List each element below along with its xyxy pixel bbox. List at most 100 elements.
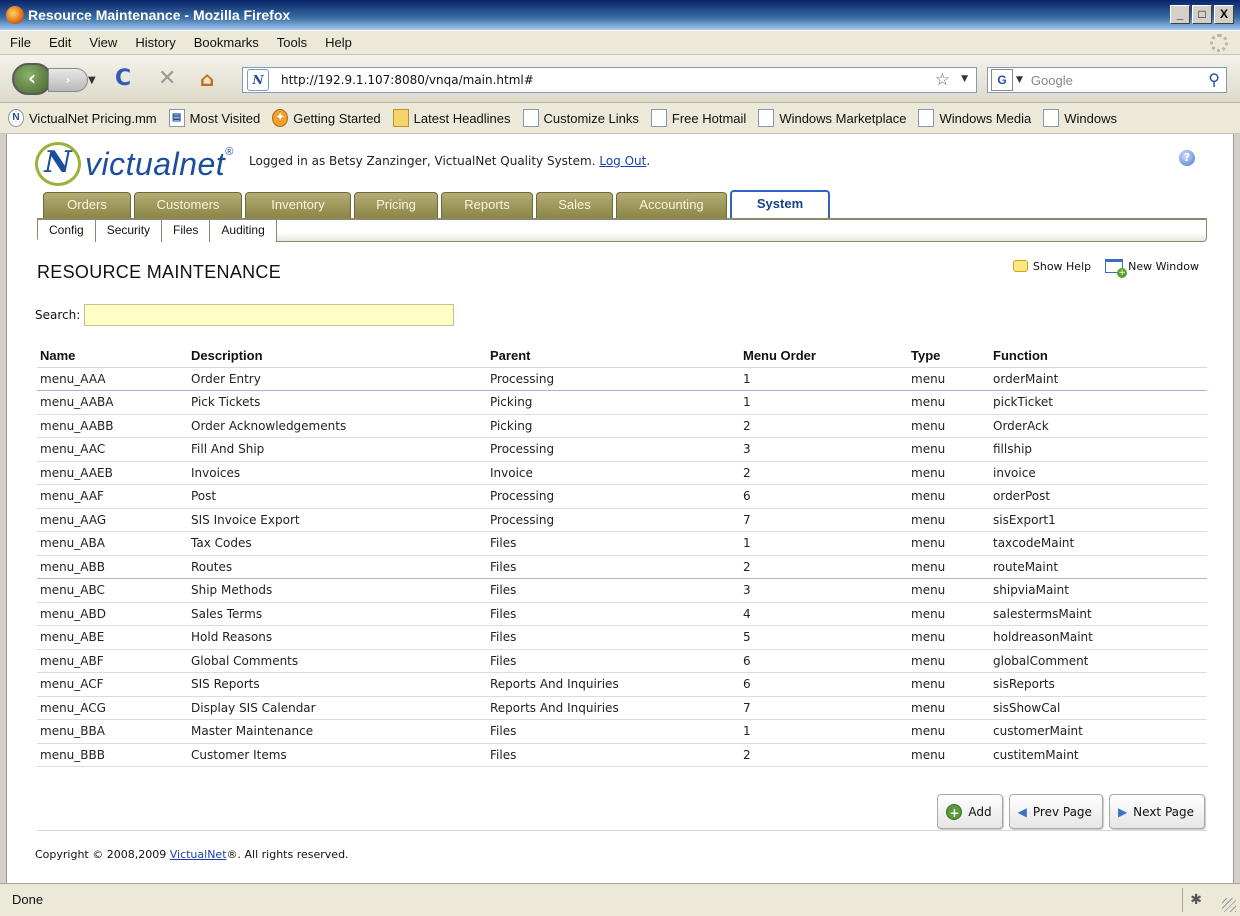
table-row[interactable]: menu_ACG Display SIS Calendar Reports And … (37, 696, 1207, 720)
bookmarks-toolbar: N VictualNet Pricing.mm ▤ Most Visited ✦ Ge… (0, 103, 1240, 134)
table-row[interactable]: menu_ABE Hold Reasons Files 5 menu holdreason… (37, 625, 1207, 650)
menu-help[interactable]: Help (325, 35, 352, 50)
table-row[interactable]: menu_AABB Order Acknowledgements Picking 2 m… (37, 414, 1207, 438)
url-dropdown-icon[interactable]: ▼ (961, 74, 968, 84)
tab-system[interactable]: System (730, 190, 830, 218)
logout-link[interactable]: Log Out (599, 154, 646, 168)
reload-icon[interactable]: C (115, 68, 131, 90)
next-page-button[interactable]: ▶ Next Page (1108, 794, 1205, 829)
table-row[interactable]: menu_AAG SIS Invoice Export Processing 7 men… (37, 508, 1207, 532)
cell-parent: Processing (487, 437, 740, 462)
back-button[interactable]: ‹ (12, 63, 52, 95)
cell-menu-order: 2 (740, 743, 908, 767)
cell-description: Master Maintenance (188, 719, 487, 744)
magnifier-icon[interactable]: ⚲ (1208, 70, 1220, 89)
status-text: Done (12, 892, 44, 907)
arrow-left-icon: ◀ (1017, 804, 1027, 819)
prev-page-button[interactable]: ◀ Prev Page (1008, 794, 1103, 829)
page-title: RESOURCE MAINTENANCE (37, 262, 282, 282)
table-row[interactable]: menu_BBB Customer Items Files 2 menu custitem… (37, 743, 1207, 767)
bookmark-most-visited[interactable]: ▤ Most Visited (168, 109, 260, 127)
cell-type: menu (908, 484, 990, 509)
cell-menu-order: 7 (740, 508, 908, 532)
bookmark-customize-links[interactable]: Customize Links (522, 109, 639, 127)
add-button[interactable]: + Add (937, 794, 1003, 829)
copyright-prefix: Copyright © 2008,2009 (35, 848, 170, 861)
bookmark-windows-marketplace[interactable]: Windows Marketplace (758, 109, 906, 127)
column-header-name[interactable]: Name (37, 344, 188, 368)
search-placeholder[interactable]: Google (1031, 73, 1073, 88)
cell-function: sisReports (990, 672, 1207, 697)
menu-file[interactable]: File (10, 35, 31, 50)
maximize-button[interactable]: □ (1192, 5, 1212, 24)
resize-grip[interactable] (1222, 898, 1236, 912)
victualnet-link[interactable]: VictualNet (170, 848, 227, 861)
stop-icon[interactable]: ✕ (158, 68, 176, 90)
url-text[interactable]: http://192.9.1.107:8080/vnqa/main.html# (281, 73, 534, 87)
bookmark-windows[interactable]: Windows (1043, 109, 1117, 127)
table-row[interactable]: menu_ABF Global Comments Files 6 menu globalC… (37, 649, 1207, 673)
bookmark-star-icon[interactable]: ☆ (935, 70, 950, 90)
home-icon[interactable]: ⌂ (200, 68, 214, 90)
table-row[interactable]: menu_ABD Sales Terms Files 4 menu salestermsM… (37, 602, 1207, 626)
firebug-icon[interactable]: ✱ (1190, 892, 1202, 908)
table-row[interactable]: menu_AAC Fill And Ship Processing 3 menu fill… (37, 437, 1207, 462)
search-bar[interactable]: G ▼ Google ⚲ (987, 67, 1227, 93)
menu-tools[interactable]: Tools (277, 35, 307, 50)
table-row[interactable]: menu_ABC Ship Methods Files 3 menu shipviaMai… (37, 578, 1207, 603)
tab-customers[interactable]: Customers (134, 192, 242, 218)
forward-button[interactable]: › (48, 68, 88, 92)
show-help-link[interactable]: Show Help (1012, 260, 1091, 273)
cell-function: pickTicket (990, 390, 1207, 415)
subtab-files[interactable]: Files (162, 220, 211, 242)
tab-reports[interactable]: Reports (441, 192, 533, 218)
tab-accounting[interactable]: Accounting (616, 192, 727, 218)
menu-edit[interactable]: Edit (49, 35, 71, 50)
cell-function: salestermsMaint (990, 602, 1207, 626)
search-engine-dropdown-icon[interactable]: ▼ (1016, 75, 1023, 85)
menu-history[interactable]: History (135, 35, 175, 50)
bookmark-latest-headlines[interactable]: Latest Headlines (392, 109, 511, 127)
bookmark-getting-started[interactable]: ✦ Getting Started (272, 109, 381, 127)
cell-description: Fill And Ship (188, 437, 487, 462)
subtab-auditing[interactable]: Auditing (210, 220, 277, 242)
search-input[interactable] (84, 304, 455, 326)
tab-orders[interactable]: Orders (43, 192, 131, 218)
tab-inventory[interactable]: Inventory (245, 192, 351, 218)
new-window-link[interactable]: New Window (1105, 259, 1199, 278)
table-row[interactable]: menu_BBA Master Maintenance Files 1 menu cust… (37, 719, 1207, 744)
help-icon[interactable]: ? (1179, 150, 1195, 166)
firefox-icon (6, 6, 24, 24)
history-dropdown-icon[interactable]: ▼ (88, 75, 96, 86)
subtab-config[interactable]: Config (38, 220, 96, 242)
window-title: Resource Maintenance - Mozilla Firefox (28, 7, 291, 23)
minimize-button[interactable]: _ (1170, 5, 1190, 24)
column-header-function[interactable]: Function (990, 344, 1207, 368)
url-bar[interactable]: N http://192.9.1.107:8080/vnqa/main.html… (242, 67, 977, 93)
bookmark-windows-media[interactable]: Windows Media (918, 109, 1031, 127)
table-row[interactable]: menu_AABA Pick Tickets Picking 1 menu pickTic… (37, 390, 1207, 415)
close-button[interactable]: X (1214, 5, 1234, 24)
tab-sales[interactable]: Sales (536, 192, 613, 218)
tab-pricing[interactable]: Pricing (354, 192, 438, 218)
cell-description: Invoices (188, 461, 487, 485)
menu-bookmarks[interactable]: Bookmarks (194, 35, 259, 50)
table-row[interactable]: menu_ABB Routes Files 2 menu routeMaint (37, 555, 1207, 579)
table-row[interactable]: menu_AAA Order Entry Processing 1 menu orderM… (37, 367, 1207, 391)
bookmark-free-hotmail[interactable]: Free Hotmail (650, 109, 746, 127)
column-header-description[interactable]: Description (188, 344, 487, 368)
table-row[interactable]: menu_AAF Post Processing 6 menu orderPost (37, 484, 1207, 509)
subtab-security[interactable]: Security (95, 220, 163, 242)
table-row[interactable]: menu_AAEB Invoices Invoice 2 menu invoice (37, 461, 1207, 485)
cell-function: orderPost (990, 484, 1207, 509)
cell-function: routeMaint (990, 555, 1207, 579)
column-header-parent[interactable]: Parent (487, 344, 740, 368)
column-header-menu-order[interactable]: Menu Order (740, 344, 908, 368)
bookmark-label: Windows Media (939, 110, 1032, 126)
menu-view[interactable]: View (89, 35, 117, 50)
table-row[interactable]: menu_ABA Tax Codes Files 1 menu taxcodeMaint (37, 531, 1207, 556)
bookmark-victualnet-pricing[interactable]: N VictualNet Pricing.mm (8, 109, 157, 127)
google-icon[interactable]: G (991, 69, 1013, 91)
column-header-type[interactable]: Type (908, 344, 990, 368)
table-row[interactable]: menu_ACF SIS Reports Reports And Inquiries… (37, 672, 1207, 697)
